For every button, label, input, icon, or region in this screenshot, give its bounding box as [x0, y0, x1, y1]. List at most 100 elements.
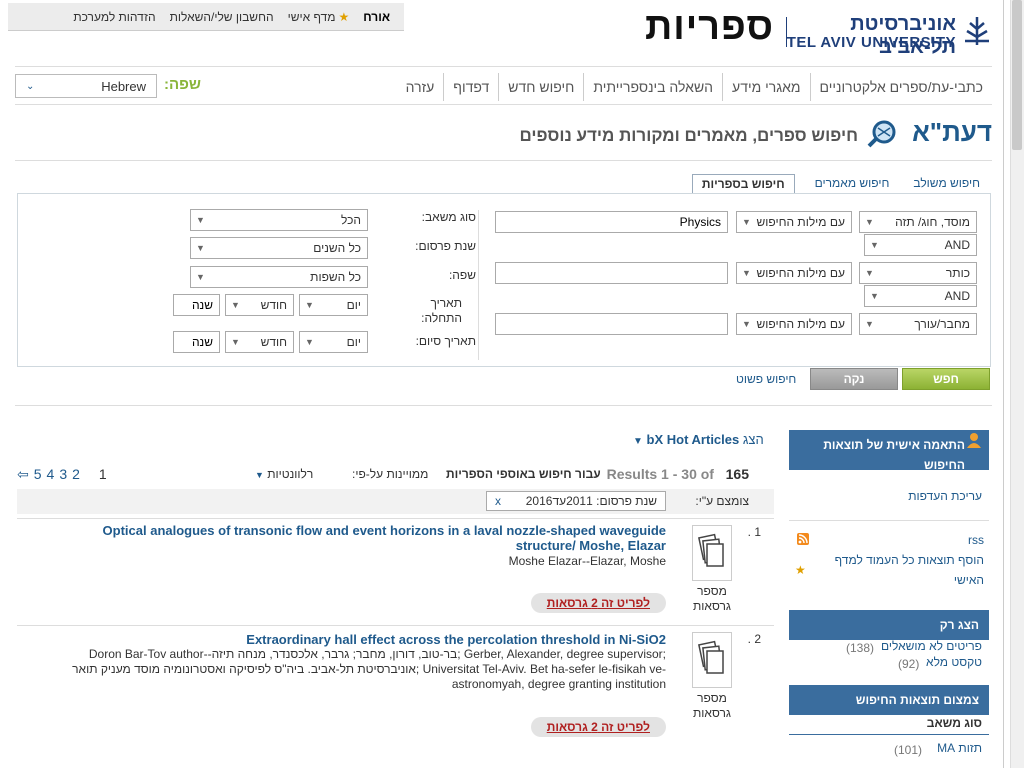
operator-select-1[interactable]: AND ▼ [864, 234, 977, 256]
field-select-1[interactable]: מוסד, חוג/ תזה ▼ [859, 211, 977, 233]
pub-year-label: שנת פרסום: [415, 239, 476, 253]
dropdown-arrow-icon: ▼ [196, 243, 205, 253]
sort-select[interactable]: רלוונטיות ▼ [255, 467, 313, 481]
nav-browse[interactable]: דפדוף [443, 73, 498, 101]
search-tabs: חיפוש משולב חיפוש מאמרים חיפוש בספריות [691, 174, 984, 194]
sort-label: ממויינות על-פי: [352, 467, 429, 481]
dropdown-arrow-icon: ▼ [305, 337, 314, 347]
resource-type-label: סוג משאב: [421, 210, 476, 224]
facet-ma-theses[interactable]: תזות MA [937, 738, 982, 758]
remove-filter-icon[interactable]: x [495, 494, 501, 508]
edit-preferences-link[interactable]: עריכת העדפות [908, 486, 982, 506]
rss-link[interactable]: rss [968, 530, 984, 550]
main-nav: כתבי-עת/ספרים אלקטרוניים מאגרי מידע השאל… [397, 73, 992, 101]
match-select-2[interactable]: עם מילות החיפוש ▼ [736, 262, 852, 284]
start-month-select[interactable]: חודש ▼ [225, 294, 294, 316]
versions-link[interactable]: לפריט זה 2 גרסאות [530, 717, 666, 737]
chevron-down-icon: ⌄ [26, 80, 35, 92]
nav-new-search[interactable]: חיפוש חדש [498, 73, 583, 101]
language-select[interactable]: ⌄ Hebrew [15, 74, 157, 98]
active-filters-label: צומצם ע"י: [695, 494, 749, 508]
page-link[interactable]: 3 [59, 466, 67, 483]
start-day-select[interactable]: יום ▼ [299, 294, 368, 316]
start-year-input[interactable]: שנה [173, 294, 220, 316]
next-page-icon[interactable]: ⇦ [17, 466, 29, 483]
pub-year-value: כל השנים [313, 241, 361, 255]
month-value: חודש [260, 298, 287, 312]
match-value: עם מילות החיפוש [756, 266, 846, 280]
result-record: 1 . מספר גרסאות Optical analogues of tra… [17, 518, 774, 624]
field-value: מוסד, חוג/ תזה [895, 215, 970, 229]
end-month-select[interactable]: חודש ▼ [225, 331, 294, 353]
icon-label: מספר גרסאות [693, 584, 731, 613]
results-total: 165 [725, 466, 749, 482]
versions-link[interactable]: לפריט זה 2 גרסאות [530, 593, 666, 613]
account-link[interactable]: החשבון שלי/השאלות [170, 10, 274, 24]
nav-ejournals[interactable]: כתבי-עת/ספרים אלקטרוניים [809, 73, 992, 101]
daat-brand: דעת"א [912, 117, 992, 147]
page-link[interactable]: 2 [72, 466, 80, 483]
dropdown-arrow-icon: ▼ [196, 215, 205, 225]
eshelf-link[interactable]: ★מדף אישי [288, 10, 350, 24]
language-filter-select[interactable]: כל השפות ▼ [190, 266, 368, 288]
tau-logo[interactable]: אוניברסיטת תל-אביב TEL AVIV UNIVERSITY [782, 13, 992, 58]
add-to-eshelf-link[interactable]: הוסף תוצאות כל העמוד למדף האישי [814, 550, 984, 590]
rss-icon[interactable] [797, 533, 809, 545]
record-number: 2 . [747, 632, 761, 646]
scrollbar-thumb[interactable] [1012, 0, 1022, 150]
tab-combined[interactable]: חיפוש משולב [909, 174, 984, 194]
divider [789, 734, 989, 735]
tab-articles[interactable]: חיפוש מאמרים [811, 174, 894, 194]
current-page: 1 [98, 466, 107, 482]
field-select-2[interactable]: כותר ▼ [859, 262, 977, 284]
filter-full-text[interactable]: טקסט מלא [926, 652, 982, 672]
field-value: מחבר/עורך [914, 317, 970, 331]
dropdown-arrow-icon: ▼ [870, 240, 879, 250]
form-divider [478, 210, 479, 360]
match-select-1[interactable]: עם מילות החיפוש ▼ [736, 211, 852, 233]
operator-select-2[interactable]: AND ▼ [864, 285, 977, 307]
operator-value: AND [944, 238, 970, 252]
match-select-3[interactable]: עם מילות החיפוש ▼ [736, 313, 852, 335]
resource-type-value: הכל [340, 213, 361, 227]
search-input-3[interactable] [495, 313, 728, 335]
language-label: שפה: [164, 76, 201, 93]
field-select-3[interactable]: מחבר/עורך ▼ [859, 313, 977, 335]
multiple-versions-icon[interactable] [692, 525, 732, 581]
page-link[interactable]: 5 [34, 466, 42, 483]
eshelf-label: מדף אישי [287, 9, 336, 24]
page-link[interactable]: 4 [47, 466, 55, 483]
univ-name-en: TEL AVIV UNIVERSITY [786, 34, 956, 51]
dropdown-arrow-icon: ▼ [865, 319, 874, 329]
icon-label: מספר גרסאות [693, 691, 731, 720]
nav-help[interactable]: עזרה [397, 73, 444, 101]
pub-year-select[interactable]: כל השנים ▼ [190, 237, 368, 259]
personalize-header[interactable]: התאמה אישית של תוצאות החיפוש [789, 430, 989, 472]
chevron-down-icon: ▼ [255, 470, 264, 480]
tab-libraries[interactable]: חיפוש בספריות [691, 174, 795, 194]
end-day-select[interactable]: יום ▼ [299, 331, 368, 353]
bx-hot-articles-toggle[interactable]: הצג bX Hot Articles ▼ [633, 432, 764, 447]
sort-value: רלוונטיות [267, 467, 314, 481]
record-title[interactable]: Extraordinary hall effect across the per… [46, 632, 666, 647]
filter-chip-label: שנת פרסום: 2011עד2016 [525, 494, 657, 508]
field-value: כותר [945, 266, 970, 280]
divider [15, 66, 992, 67]
multiple-versions-icon[interactable] [692, 632, 732, 688]
documents-icon [697, 533, 724, 567]
search-button[interactable]: חפש [902, 368, 990, 390]
facet-count: (101) [894, 743, 923, 757]
page-subtitle: חיפוש ספרים, מאמרים ומקורות מידע נוספים [519, 126, 859, 145]
nav-databases[interactable]: מאגרי מידע [722, 73, 810, 101]
resource-type-select[interactable]: הכל ▼ [190, 209, 368, 231]
nav-ill[interactable]: השאלה בינספרייתית [583, 73, 722, 101]
search-input-2[interactable] [495, 262, 728, 284]
search-input-1[interactable]: Physics [495, 211, 728, 233]
simple-search-link[interactable]: חיפוש פשוט [736, 372, 796, 386]
start-date-label: תאריך התחלה: [421, 296, 462, 325]
end-year-input[interactable]: שנה [173, 331, 220, 353]
record-title[interactable]: Optical analogues of transonic flow and … [46, 523, 666, 553]
clear-button[interactable]: נקה [810, 368, 898, 390]
login-link[interactable]: הזדהות למערכת [73, 10, 155, 24]
dropdown-arrow-icon: ▼ [305, 300, 314, 310]
